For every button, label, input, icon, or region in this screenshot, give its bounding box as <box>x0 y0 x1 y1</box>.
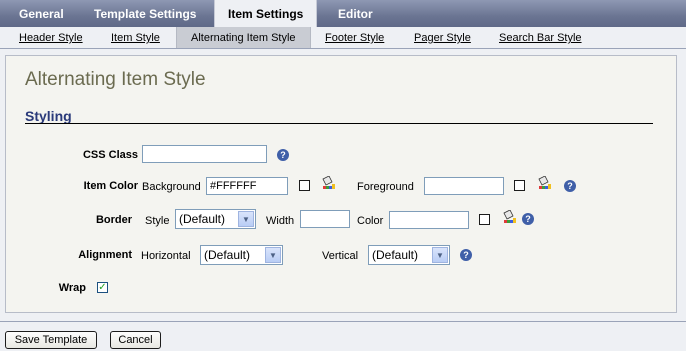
foreground-label: Foreground <box>357 181 414 193</box>
background-label: Background <box>142 181 201 193</box>
cancel-button[interactable]: Cancel <box>110 331 161 349</box>
border-color-swatch[interactable] <box>479 214 490 225</box>
alignment-label: Alignment <box>78 249 132 261</box>
page-title: Alternating Item Style <box>25 69 206 90</box>
subtab-pager-style[interactable]: Pager Style <box>414 27 471 48</box>
section-title-styling: Styling <box>25 108 72 124</box>
border-width-label: Width <box>266 215 295 227</box>
tab-general[interactable]: General <box>19 0 64 27</box>
horizontal-align-select[interactable]: (Default) ▼ <box>200 245 283 265</box>
footer-divider <box>0 321 686 322</box>
css-class-input[interactable] <box>142 145 267 163</box>
foreground-color-picker-icon[interactable] <box>537 176 553 190</box>
subtab-alternating-item-style[interactable]: Alternating Item Style <box>176 27 311 48</box>
tab-editor[interactable]: Editor <box>338 0 373 27</box>
background-color-picker-icon[interactable] <box>321 176 337 190</box>
subtab-footer-style[interactable]: Footer Style <box>325 27 384 48</box>
wrap-label: Wrap <box>58 282 86 294</box>
foreground-color-input[interactable] <box>424 177 504 195</box>
vertical-align-select[interactable]: (Default) ▼ <box>368 245 450 265</box>
chevron-down-icon[interactable]: ▼ <box>265 247 281 263</box>
chevron-down-icon[interactable]: ▼ <box>238 211 254 227</box>
tab-template-settings[interactable]: Template Settings <box>94 0 196 27</box>
border-style-value: (Default) <box>179 212 226 226</box>
save-template-button[interactable]: Save Template <box>5 331 97 349</box>
sub-tab-bar: Header Style Item Style Alternating Item… <box>0 27 686 49</box>
content-panel: Alternating Item Style Styling CSS Class… <box>5 55 677 313</box>
border-style-select[interactable]: (Default) ▼ <box>175 209 256 229</box>
vertical-label: Vertical <box>322 250 359 262</box>
background-color-input[interactable]: #FFFFFF <box>206 177 288 195</box>
border-width-input[interactable] <box>300 210 350 228</box>
horizontal-align-value: (Default) <box>204 248 251 262</box>
background-color-swatch[interactable] <box>299 180 310 191</box>
vertical-align-value: (Default) <box>372 248 419 262</box>
top-tab-bar: General Template Settings Item Settings … <box>0 0 686 28</box>
border-label: Border <box>95 214 132 226</box>
border-style-label: Style <box>145 215 170 227</box>
item-color-help-icon[interactable]: ? <box>564 180 576 192</box>
subtab-item-style[interactable]: Item Style <box>111 27 160 48</box>
chevron-down-icon[interactable]: ▼ <box>432 247 448 263</box>
border-color-label: Color <box>357 215 384 227</box>
border-color-picker-icon[interactable] <box>502 210 518 224</box>
tab-item-settings[interactable]: Item Settings <box>214 0 318 28</box>
css-class-label: CSS Class <box>82 149 138 161</box>
section-divider <box>25 123 653 124</box>
border-help-icon[interactable]: ? <box>522 213 534 225</box>
css-class-help-icon[interactable]: ? <box>277 149 289 161</box>
item-color-label: Item Color <box>83 180 138 192</box>
subtab-search-bar-style[interactable]: Search Bar Style <box>499 27 582 48</box>
wrap-checkbox[interactable]: ✓ <box>97 282 108 293</box>
foreground-color-swatch[interactable] <box>514 180 525 191</box>
horizontal-label: Horizontal <box>141 250 191 262</box>
border-color-input[interactable] <box>389 211 469 229</box>
alignment-help-icon[interactable]: ? <box>460 249 472 261</box>
subtab-header-style[interactable]: Header Style <box>19 27 83 48</box>
